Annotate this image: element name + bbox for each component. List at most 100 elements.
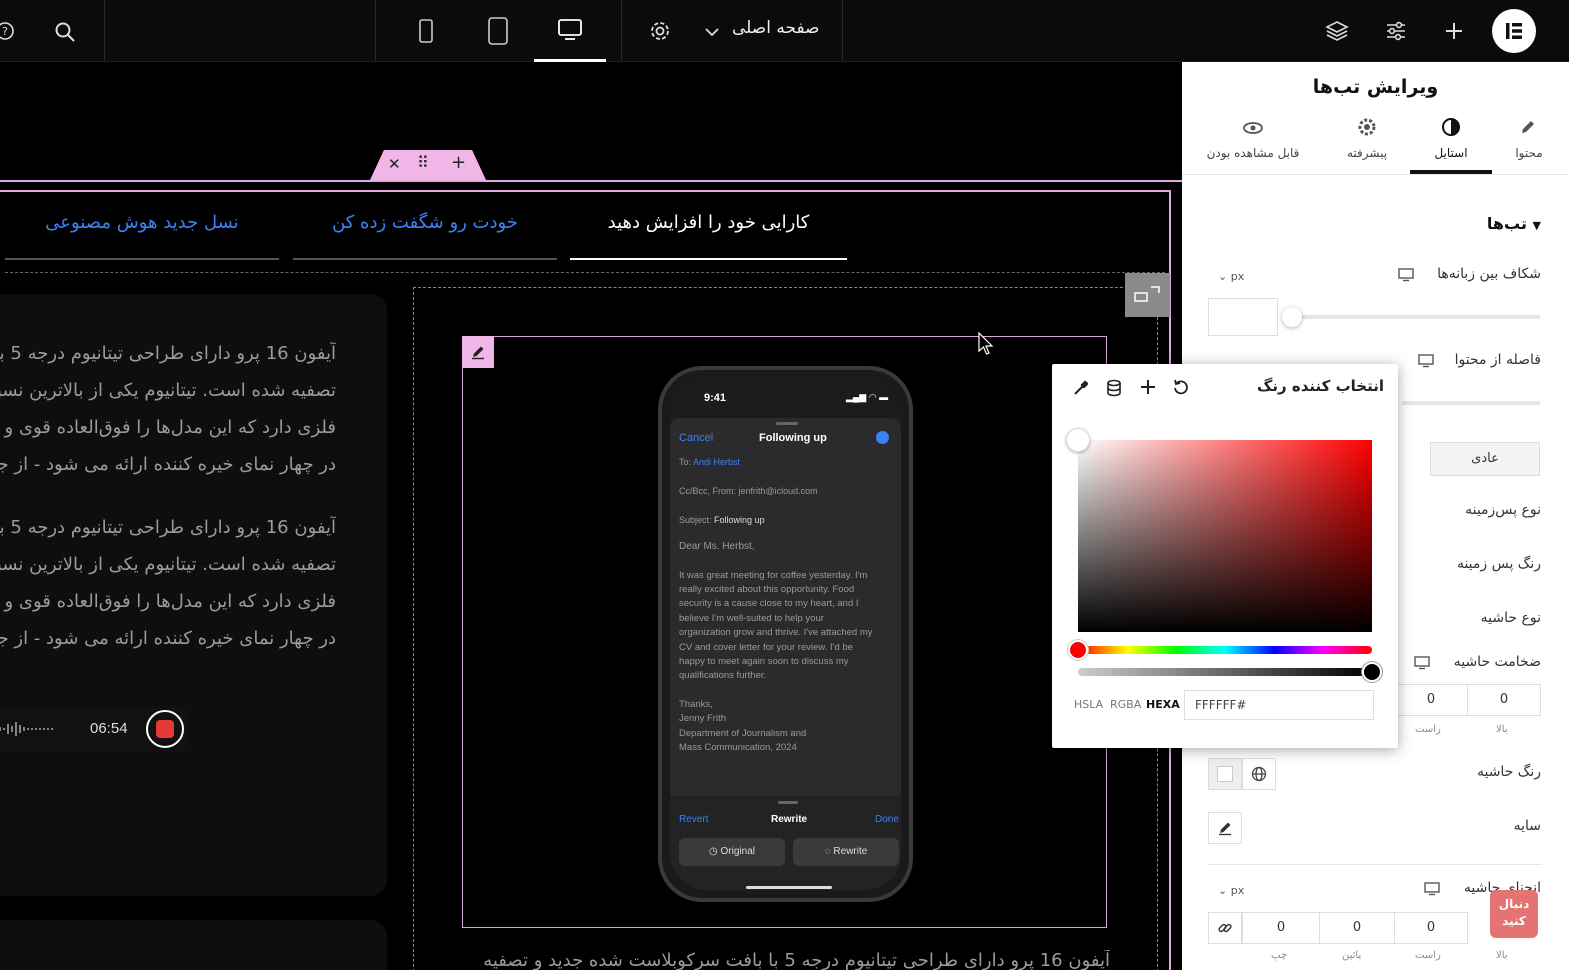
rewrite-title: Rewrite: [771, 814, 808, 825]
color-picker-popover: انتخاب کننده رنگ HSLA RGBA HEXA FFFFFF#: [1052, 364, 1398, 748]
pencil-icon: [1219, 822, 1231, 836]
send-icon: [876, 431, 889, 444]
paragraph-line: آیفون 16 پرو دارای طراحی تیتانیوم درجه 5…: [0, 517, 336, 538]
border-width-top[interactable]: 0: [1467, 684, 1541, 716]
border-color-swatch[interactable]: [1208, 758, 1242, 790]
help-icon[interactable]: ?: [0, 20, 16, 42]
alpha-handle[interactable]: [1362, 662, 1382, 682]
chevron-down-icon[interactable]: [702, 22, 722, 42]
layers-icon[interactable]: [1323, 17, 1351, 45]
revert-link: Revert: [679, 814, 709, 825]
paragraph-line: فلزی دارد که این مدل‌ها را فوق‌العاده قو…: [0, 417, 336, 438]
shadow-edit-button[interactable]: [1208, 812, 1242, 844]
mail-ccbcc: Cc/Bcc, From: jenfrith@icloud.com: [679, 486, 818, 496]
database-icon[interactable]: [1106, 379, 1122, 397]
tab-gap-slider[interactable]: [1282, 315, 1540, 319]
mail-signoff-line: Jenny Frith: [679, 713, 726, 724]
page-selector[interactable]: صفحه اصلی: [732, 18, 819, 38]
settings-sliders-icon[interactable]: [1382, 17, 1410, 45]
add-icon[interactable]: +: [451, 152, 466, 173]
rewrite-label: Rewrite: [833, 846, 868, 857]
panel-divider: [1208, 864, 1542, 865]
widget-corner-control[interactable]: [1125, 273, 1170, 317]
hex-input[interactable]: FFFFFF#: [1184, 690, 1374, 720]
desktop-view-icon[interactable]: [534, 0, 606, 62]
border-radius-bottom[interactable]: 0: [1319, 912, 1395, 944]
status-icons: ▂▄▆ ◠ ▬: [846, 392, 889, 402]
alpha-slider[interactable]: [1078, 668, 1372, 676]
eyedropper-icon[interactable]: [1072, 379, 1090, 397]
section-toggle[interactable]: ▼ تب‌ها: [1487, 214, 1541, 233]
unit-selector[interactable]: ⌄ px: [1218, 270, 1244, 283]
hue-slider[interactable]: [1078, 646, 1372, 654]
subject-label: Subject:: [679, 515, 712, 525]
content-distance-slider[interactable]: [1402, 401, 1540, 405]
phone-screen: 9:41 ▂▄▆ ◠ ▬ Cancel Following up To: And…: [670, 378, 901, 890]
global-colors-button[interactable]: [1242, 758, 1276, 790]
tab-surprise-yourself[interactable]: خودت رو شگفت زده کن: [293, 212, 557, 233]
slider-handle[interactable]: [1282, 307, 1302, 327]
content-distance-label: فاصله از محتوا: [1454, 352, 1541, 368]
unit-selector[interactable]: ⌄ px: [1218, 884, 1244, 897]
section-handle[interactable]: ✕ ⠿ +: [370, 150, 486, 180]
hue-handle[interactable]: [1068, 640, 1088, 660]
sub-label-right: راست: [1415, 724, 1441, 735]
sub-label-right: راست: [1415, 950, 1441, 961]
format-hexa[interactable]: HEXA: [1146, 698, 1180, 711]
format-hsla[interactable]: HSLA: [1074, 698, 1103, 711]
gear-icon: [1358, 118, 1376, 136]
unit-label: px: [1230, 270, 1245, 283]
edit-widget-badge[interactable]: [462, 336, 494, 368]
tab-active-indicator: [570, 258, 847, 260]
desktop-icon: [1418, 354, 1434, 368]
mail-body-line: CV and cover letter for your review. I'd…: [679, 642, 853, 653]
search-icon[interactable]: [52, 19, 78, 45]
gear-icon[interactable]: [647, 18, 673, 44]
sub-label-top: بالا: [1496, 724, 1508, 735]
reset-icon[interactable]: [1172, 379, 1190, 397]
original-label: Original: [720, 846, 755, 857]
border-radius-right[interactable]: 0: [1394, 912, 1468, 944]
border-radius-left[interactable]: 0: [1242, 912, 1320, 944]
home-indicator: [746, 886, 832, 889]
tab-content-label: محتوا: [1515, 146, 1543, 160]
text-card: [0, 920, 387, 970]
elementor-logo[interactable]: [1492, 9, 1536, 53]
mail-subject: Subject: Following up: [679, 515, 765, 525]
mail-signoff-line: Department of Journalism and: [679, 728, 807, 739]
state-normal-button[interactable]: عادی: [1430, 442, 1540, 476]
tab-gap-label: شکاف بین زبانه‌ها: [1437, 266, 1541, 282]
paragraph-line: فلزی دارد که این مدل‌ها را فوق‌العاده قو…: [0, 591, 336, 612]
add-icon[interactable]: [1140, 379, 1156, 395]
mail-to: To: Andi Herbst: [679, 457, 740, 467]
sheet-grabber: [776, 422, 798, 425]
border-color-label: رنگ حاشیه: [1476, 764, 1541, 780]
unit-label: px: [1230, 884, 1245, 897]
mail-signoff-line: Thanks,: [679, 699, 713, 710]
sub-label-top: بالا: [1496, 950, 1508, 961]
tab-gap-input[interactable]: [1208, 298, 1278, 336]
saturation-value-area[interactable]: [1078, 440, 1372, 632]
add-icon[interactable]: [1441, 18, 1467, 44]
sv-handle[interactable]: [1066, 428, 1090, 452]
mouse-cursor-icon: [978, 332, 994, 355]
rewrite-button: ◌ Rewrite: [793, 838, 899, 866]
desktop-icon: [1398, 268, 1414, 282]
tab-new-ai[interactable]: نسل جدید هوش مصنوعی: [5, 212, 279, 233]
done-link: Done: [875, 814, 899, 825]
shadow-label: سایه: [1513, 818, 1541, 834]
globe-icon: [1251, 766, 1267, 782]
close-icon[interactable]: ✕: [388, 155, 401, 173]
drag-handle-icon[interactable]: ⠿: [417, 153, 429, 172]
border-width-right[interactable]: 0: [1394, 684, 1468, 716]
record-button[interactable]: [146, 710, 184, 748]
resize-icon: [1134, 286, 1160, 302]
format-rgba[interactable]: RGBA: [1110, 698, 1141, 711]
tab-boost-productivity[interactable]: کارایی خود را افزایش دهید: [570, 212, 847, 233]
mail-body-line: It was great meeting for coffee yesterda…: [679, 570, 868, 581]
mail-signoff-line: Mass Communication, 2024: [679, 742, 797, 753]
mobile-view-icon[interactable]: [414, 16, 438, 46]
paragraph-line: در چهار نمای خیره کننده ارائه می شود - ا…: [0, 454, 336, 475]
tablet-view-icon[interactable]: [484, 15, 512, 47]
link-values-button[interactable]: [1208, 912, 1242, 944]
